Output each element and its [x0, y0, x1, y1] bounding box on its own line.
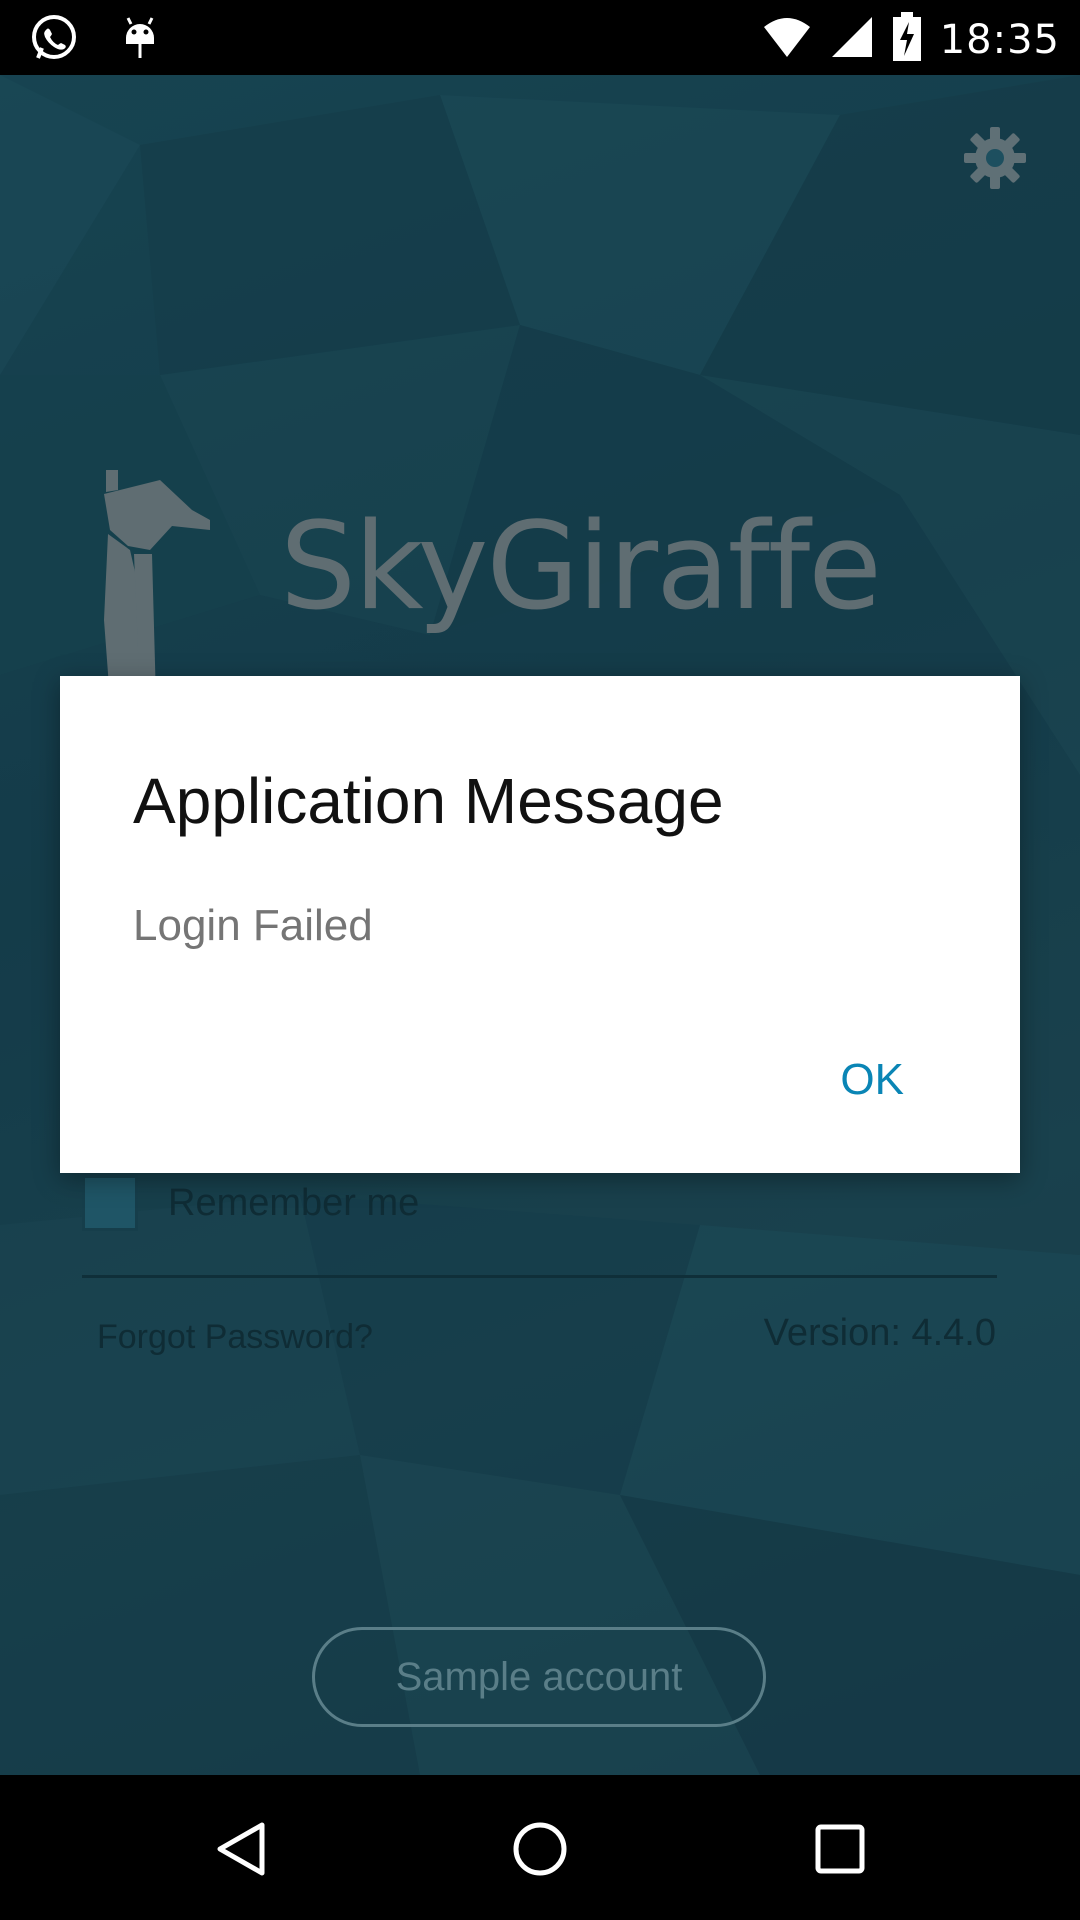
back-icon[interactable]: [212, 1819, 272, 1879]
remember-me-row[interactable]: Remember me: [82, 1175, 419, 1231]
skygiraffe-logo: SkyGiraffe: [100, 470, 1000, 700]
recents-icon[interactable]: [810, 1819, 870, 1879]
navigation-bar: [0, 1775, 1080, 1920]
cell-signal-icon: [830, 15, 874, 64]
forgot-password-link[interactable]: Forgot Password?: [97, 1318, 373, 1357]
status-left-icons: [28, 12, 160, 69]
dialog-message: Login Failed: [133, 901, 373, 950]
remember-me-checkbox[interactable]: [82, 1175, 138, 1231]
status-time: 18:35: [939, 16, 1060, 63]
status-right-icons: 18:35: [762, 12, 1060, 67]
wifi-icon: [762, 15, 812, 64]
divider: [82, 1275, 997, 1278]
android-debug-icon: [120, 12, 160, 69]
logo-text: SkyGiraffe: [280, 498, 882, 637]
dialog-title: Application Message: [133, 765, 724, 837]
status-bar: 18:35: [0, 0, 1080, 75]
application-message-dialog: Application Message Login Failed OK: [60, 676, 1020, 1173]
sample-account-button[interactable]: Sample account: [312, 1627, 766, 1727]
remember-me-label: Remember me: [168, 1181, 420, 1224]
home-icon[interactable]: [510, 1819, 570, 1879]
battery-charging-icon: [892, 12, 922, 67]
version-label: Version: 4.4.0: [763, 1312, 996, 1354]
gear-icon[interactable]: [962, 125, 1028, 191]
whatsapp-icon: [28, 12, 80, 69]
ok-button[interactable]: OK: [834, 1051, 910, 1109]
